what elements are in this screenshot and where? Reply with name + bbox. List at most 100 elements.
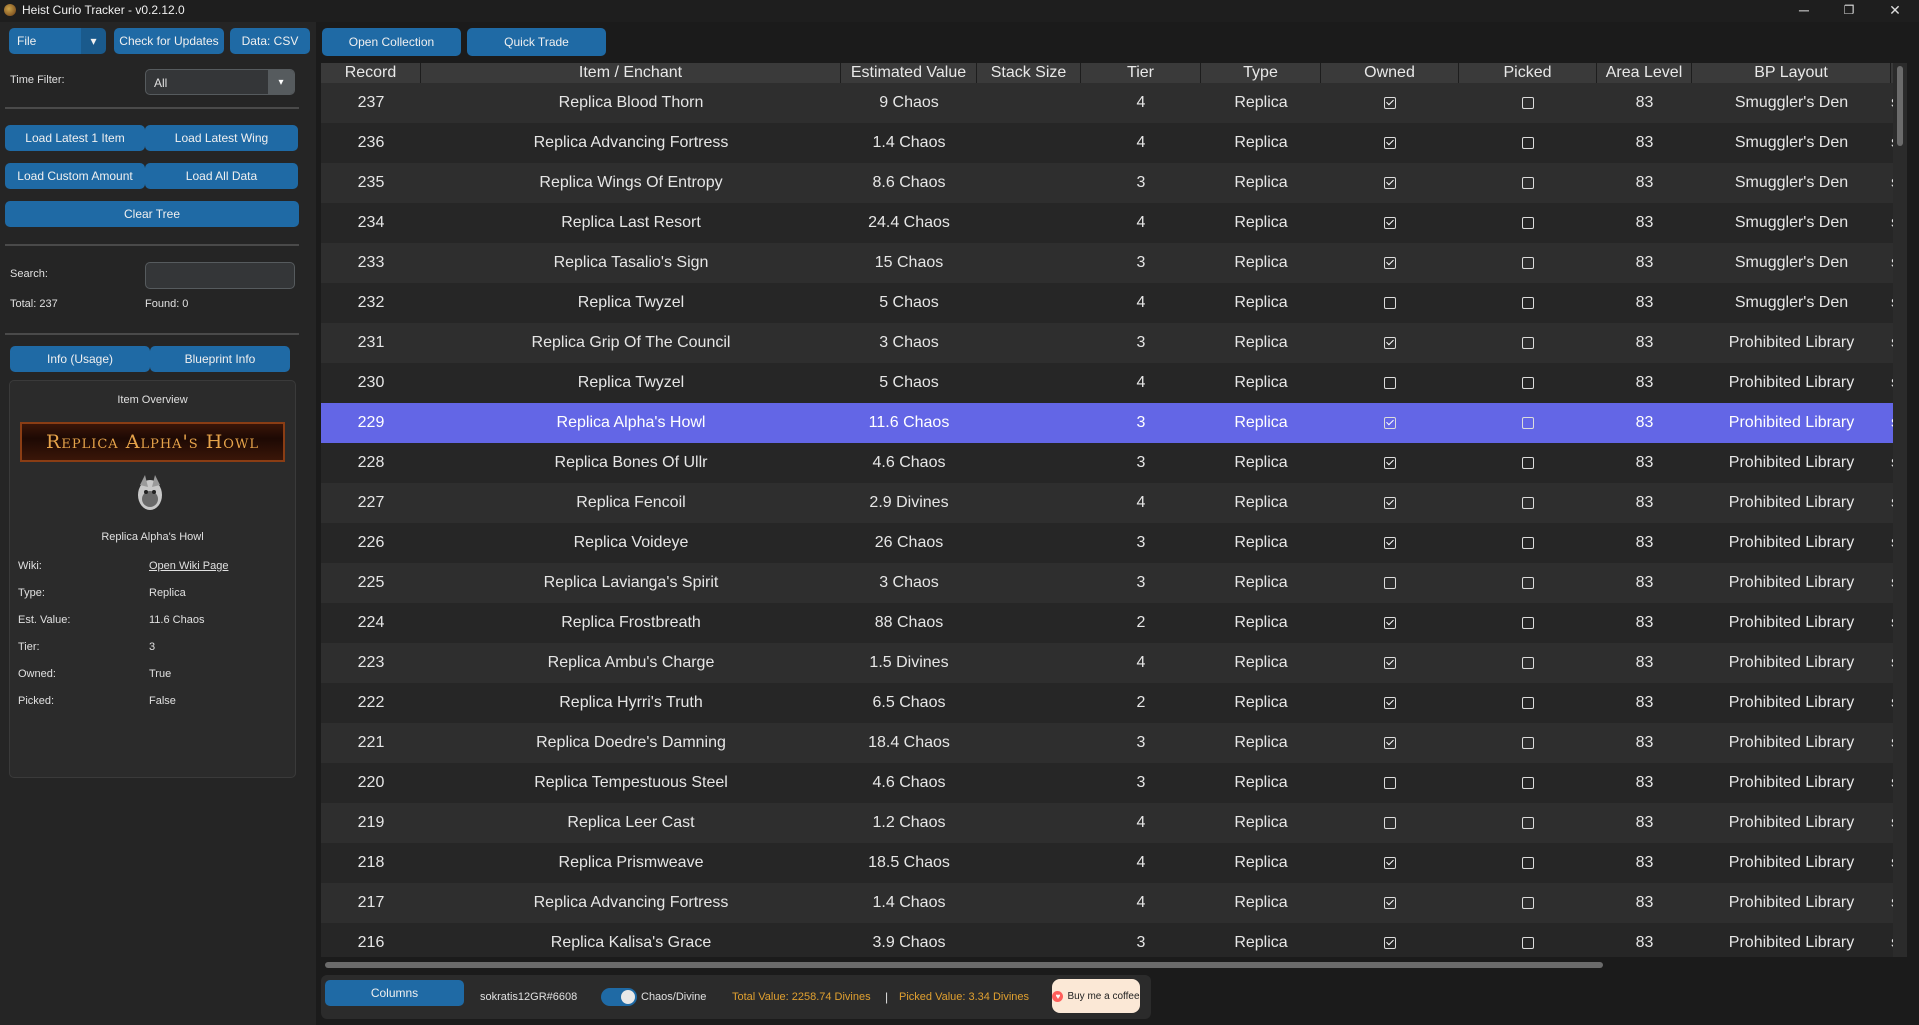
- unchecked-checkbox-icon[interactable]: [1522, 256, 1534, 269]
- unchecked-checkbox-icon[interactable]: [1522, 776, 1534, 789]
- checked-checkbox-icon[interactable]: [1384, 176, 1396, 189]
- table-row[interactable]: 224 Replica Frostbreath 88 Chaos 2 Replica 83…: [321, 603, 1893, 643]
- table-row[interactable]: 234 Replica Last Resort 24.4 Chaos 4 Replica…: [321, 203, 1893, 243]
- unchecked-checkbox-icon[interactable]: [1384, 296, 1396, 309]
- table-row[interactable]: 237 Replica Blood Thorn 9 Chaos 4 Replica 83 S…: [321, 83, 1893, 123]
- checked-checkbox-icon[interactable]: [1384, 456, 1396, 469]
- header-col-tier[interactable]: Tier: [1081, 63, 1201, 83]
- table-row[interactable]: 233 Replica Tasalio's Sign 15 Chaos 3 Replic…: [321, 243, 1893, 283]
- table-row[interactable]: 225 Replica Lavianga's Spirit 3 Chaos 3 Repl…: [321, 563, 1893, 603]
- load-latest-item-button[interactable]: Load Latest 1 Item: [5, 125, 145, 151]
- checked-checkbox-icon[interactable]: [1384, 616, 1396, 629]
- vertical-scrollbar[interactable]: [1893, 63, 1907, 957]
- header-col-stack-size[interactable]: Stack Size: [977, 63, 1081, 83]
- unchecked-checkbox-icon[interactable]: [1384, 576, 1396, 589]
- search-input[interactable]: [145, 262, 295, 289]
- checked-checkbox-icon[interactable]: [1384, 856, 1396, 869]
- unchecked-checkbox-icon[interactable]: [1522, 536, 1534, 549]
- unchecked-checkbox-icon[interactable]: [1522, 496, 1534, 509]
- unchecked-checkbox-icon[interactable]: [1522, 576, 1534, 589]
- file-menu-dropdown[interactable]: ▾: [81, 28, 106, 54]
- checked-checkbox-icon[interactable]: [1384, 656, 1396, 669]
- horizontal-scroll-thumb[interactable]: [325, 962, 1603, 968]
- unchecked-checkbox-icon[interactable]: [1522, 136, 1534, 149]
- check-updates-button[interactable]: Check for Updates: [114, 28, 224, 54]
- unchecked-checkbox-icon[interactable]: [1522, 376, 1534, 389]
- checked-checkbox-icon[interactable]: [1384, 216, 1396, 229]
- unchecked-checkbox-icon[interactable]: [1522, 616, 1534, 629]
- unchecked-checkbox-icon[interactable]: [1522, 896, 1534, 909]
- blueprint-info-button[interactable]: Blueprint Info: [150, 346, 290, 372]
- load-latest-wing-button[interactable]: Load Latest Wing: [145, 125, 298, 151]
- table-row[interactable]: 230 Replica Twyzel 5 Chaos 4 Replica 83 Prohib…: [321, 363, 1893, 403]
- unchecked-checkbox-icon[interactable]: [1522, 96, 1534, 109]
- checked-checkbox-icon[interactable]: [1384, 896, 1396, 909]
- header-col-bp-layout[interactable]: BP Layout: [1692, 63, 1891, 83]
- table-row[interactable]: 231 Replica Grip Of The Council 3 Chaos 3 Re…: [321, 323, 1893, 363]
- checked-checkbox-icon[interactable]: [1384, 256, 1396, 269]
- currency-toggle[interactable]: [601, 988, 637, 1006]
- unchecked-checkbox-icon[interactable]: [1522, 296, 1534, 309]
- unchecked-checkbox-icon[interactable]: [1522, 216, 1534, 229]
- checked-checkbox-icon[interactable]: [1384, 136, 1396, 149]
- load-custom-amount-button[interactable]: Load Custom Amount: [5, 163, 145, 189]
- table-row[interactable]: 223 Replica Ambu's Charge 1.5 Divines 4 Repl…: [321, 643, 1893, 683]
- unchecked-checkbox-icon[interactable]: [1522, 456, 1534, 469]
- table-row[interactable]: 236 Replica Advancing Fortress 1.4 Chaos 4 R…: [321, 123, 1893, 163]
- vertical-scroll-thumb[interactable]: [1897, 66, 1903, 146]
- data-csv-button[interactable]: Data: CSV: [230, 28, 310, 54]
- clear-tree-button[interactable]: Clear Tree: [5, 201, 299, 227]
- checked-checkbox-icon[interactable]: [1384, 496, 1396, 509]
- unchecked-checkbox-icon[interactable]: [1522, 736, 1534, 749]
- table-row[interactable]: 235 Replica Wings Of Entropy 8.6 Chaos 3 Rep…: [321, 163, 1893, 203]
- table-row[interactable]: 228 Replica Bones Of Ullr 4.6 Chaos 3 Replic…: [321, 443, 1893, 483]
- checked-checkbox-icon[interactable]: [1384, 336, 1396, 349]
- minimize-button[interactable]: ─: [1781, 0, 1827, 22]
- open-wiki-link[interactable]: Open Wiki Page: [149, 560, 228, 572]
- header-col-record[interactable]: Record: [321, 63, 421, 83]
- header-col-item[interactable]: Item / Enchant: [421, 63, 841, 83]
- header-col-type[interactable]: Type: [1201, 63, 1321, 83]
- table-row[interactable]: 229 Replica Alpha's Howl 11.6 Chaos 3 Replic…: [321, 403, 1893, 443]
- table-row[interactable]: 227 Replica Fencoil 2.9 Divines 4 Replica 83 P…: [321, 483, 1893, 523]
- buy-coffee-button[interactable]: ♥ Buy me a coffee: [1052, 979, 1140, 1013]
- table-row[interactable]: 221 Replica Doedre's Damning 18.4 Chaos 3 Re…: [321, 723, 1893, 763]
- file-menu[interactable]: File: [9, 28, 81, 54]
- table-row[interactable]: 219 Replica Leer Cast 1.2 Chaos 4 Replica 83 P…: [321, 803, 1893, 843]
- unchecked-checkbox-icon[interactable]: [1522, 696, 1534, 709]
- checked-checkbox-icon[interactable]: [1384, 936, 1396, 949]
- maximize-button[interactable]: ❐: [1826, 0, 1872, 22]
- unchecked-checkbox-icon[interactable]: [1522, 936, 1534, 949]
- table-row[interactable]: 220 Replica Tempestuous Steel 4.6 Chaos 3 Re…: [321, 763, 1893, 803]
- header-col-owned[interactable]: Owned: [1321, 63, 1459, 83]
- checked-checkbox-icon[interactable]: [1384, 696, 1396, 709]
- unchecked-checkbox-icon[interactable]: [1522, 816, 1534, 829]
- info-usage-button[interactable]: Info (Usage): [10, 346, 150, 372]
- unchecked-checkbox-icon[interactable]: [1522, 856, 1534, 869]
- open-collection-button[interactable]: Open Collection: [322, 28, 461, 56]
- table-row[interactable]: 216 Replica Kalisa's Grace 3.9 Chaos 3 Repli…: [321, 923, 1893, 957]
- table-row[interactable]: 226 Replica Voideye 26 Chaos 3 Replica 83 Proh…: [321, 523, 1893, 563]
- unchecked-checkbox-icon[interactable]: [1522, 176, 1534, 189]
- table-row[interactable]: 232 Replica Twyzel 5 Chaos 4 Replica 83 Smuggl…: [321, 283, 1893, 323]
- unchecked-checkbox-icon[interactable]: [1384, 376, 1396, 389]
- unchecked-checkbox-icon[interactable]: [1522, 336, 1534, 349]
- header-col-picked[interactable]: Picked: [1459, 63, 1597, 83]
- unchecked-checkbox-icon[interactable]: [1522, 416, 1534, 429]
- checked-checkbox-icon[interactable]: [1384, 736, 1396, 749]
- header-col-estimated-value[interactable]: Estimated Value: [841, 63, 977, 83]
- checked-checkbox-icon[interactable]: [1384, 96, 1396, 109]
- load-all-data-button[interactable]: Load All Data: [145, 163, 298, 189]
- checked-checkbox-icon[interactable]: [1384, 536, 1396, 549]
- time-filter-select[interactable]: All ▾: [145, 69, 295, 95]
- table-row[interactable]: 217 Replica Advancing Fortress 1.4 Chaos 4 R…: [321, 883, 1893, 923]
- close-button[interactable]: ✕: [1872, 0, 1918, 22]
- checked-checkbox-icon[interactable]: [1384, 416, 1396, 429]
- columns-button[interactable]: Columns: [325, 980, 464, 1006]
- table-row[interactable]: 218 Replica Prismweave 18.5 Chaos 4 Replica 8…: [321, 843, 1893, 883]
- quick-trade-button[interactable]: Quick Trade: [467, 28, 606, 56]
- unchecked-checkbox-icon[interactable]: [1384, 816, 1396, 829]
- table-row[interactable]: 222 Replica Hyrri's Truth 6.5 Chaos 2 Replic…: [321, 683, 1893, 723]
- unchecked-checkbox-icon[interactable]: [1384, 776, 1396, 789]
- header-col-area-level[interactable]: Area Level: [1597, 63, 1692, 83]
